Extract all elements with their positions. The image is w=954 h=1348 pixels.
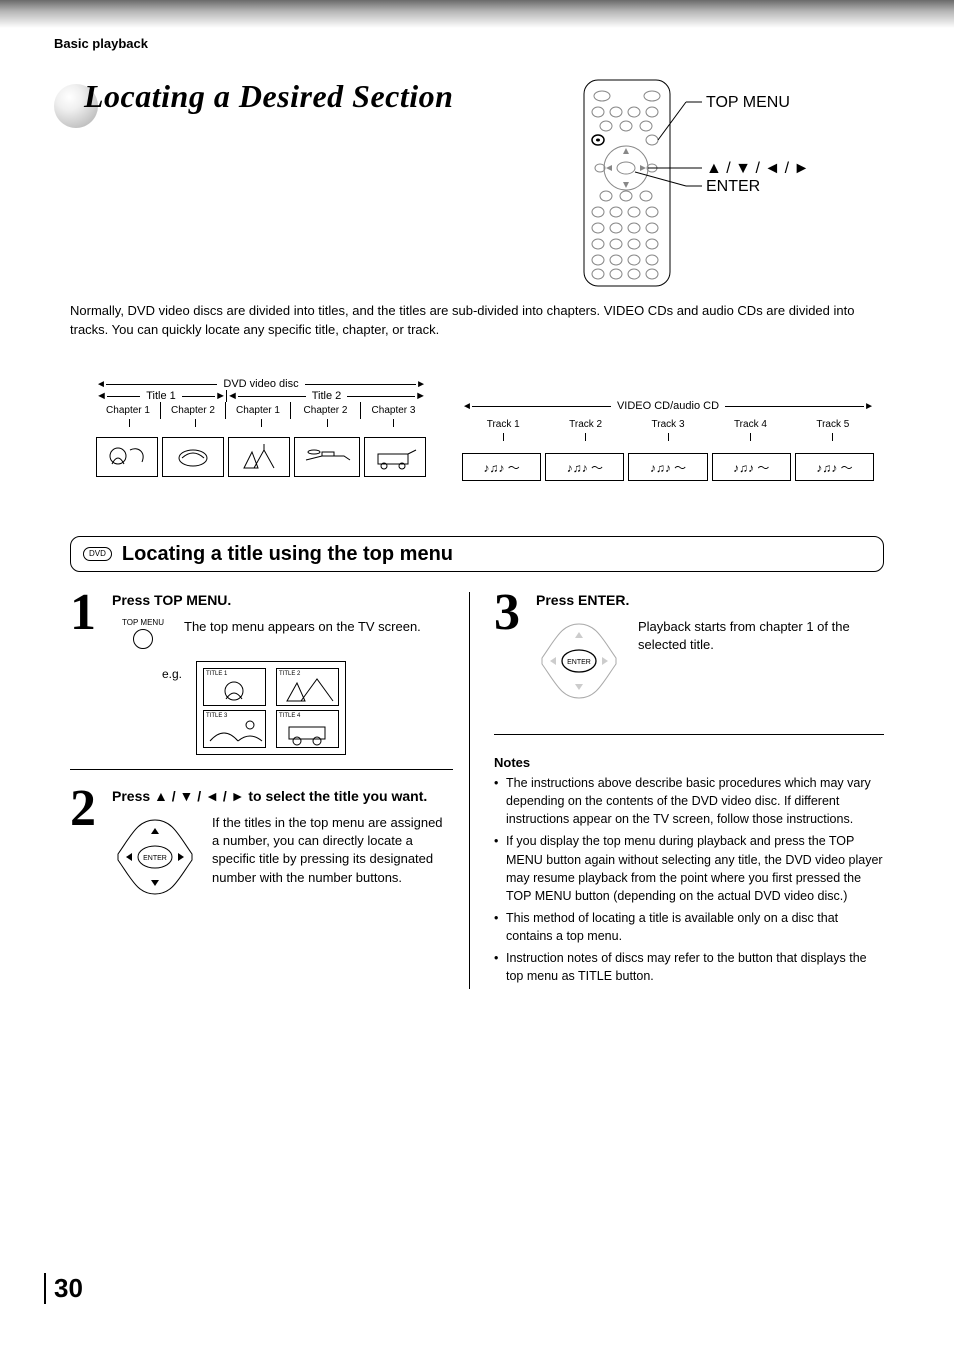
dvd-ch: Chapter 1 (226, 402, 291, 419)
enter-label: ENTER (143, 855, 167, 862)
thumb-icon (294, 437, 360, 477)
note-item: The instructions above describe basic pr… (494, 774, 884, 828)
step2-heading: Press ▲ / ▼ / ◄ / ► to select the title … (112, 788, 453, 804)
eg-title-label: TITLE 1 (206, 671, 227, 677)
steps-area: 1 Press TOP MENU. TOP MENU The top menu … (70, 592, 884, 989)
notes-list: The instructions above describe basic pr… (494, 774, 884, 985)
section-heading: Locating a title using the top menu (122, 543, 453, 566)
note-item: This method of locating a title is avail… (494, 909, 884, 945)
step3-heading: Press ENTER. (536, 592, 884, 608)
dvd-ch: Chapter 1 (96, 402, 161, 419)
note-item: Instruction notes of discs may refer to … (494, 949, 884, 985)
dvd-ch: Chapter 3 (361, 402, 426, 419)
eg-title4: TITLE 4 (276, 710, 339, 748)
track-icon: ♪♫♪ ～ (545, 453, 624, 481)
step1-desc: The top menu appears on the TV screen. (184, 618, 421, 636)
dvd-ch: Chapter 2 (291, 402, 361, 419)
thumb-icon (96, 437, 158, 477)
dpad-figure: ENTER (536, 618, 622, 704)
remote-diagram: TOP MENU ▲ / ▼ / ◄ / ► ENTER (574, 74, 870, 290)
dvd-label: DVD video disc (217, 378, 304, 390)
cd-track: Track 5 (792, 416, 874, 433)
step3-desc: Playback starts from chapter 1 of the se… (638, 618, 884, 704)
eg-title2: TITLE 2 (276, 668, 339, 706)
thumb-icon (162, 437, 224, 477)
cd-diagram: ◄VIDEO CD/audio CD► Track 1 Track 2 Trac… (462, 400, 874, 481)
cd-track: Track 1 (462, 416, 544, 433)
remote-label-enter: ENTER (706, 178, 760, 196)
breadcrumb: Basic playback (54, 36, 148, 51)
step-1: 1 Press TOP MENU. TOP MENU The top menu … (70, 592, 453, 770)
topmenu-label: TOP MENU (122, 618, 164, 627)
eg-label: e.g. (162, 661, 182, 681)
cd-track: Track 4 (709, 416, 791, 433)
topmenu-button-figure: TOP MENU (118, 618, 168, 649)
page-title: Locating a Desired Section (84, 78, 453, 115)
step-3: 3 Press ENTER. ENTER (494, 592, 884, 704)
note-item: If you display the top menu during playb… (494, 832, 884, 905)
eg-title-label: TITLE 4 (279, 713, 300, 719)
step2-desc: If the titles in the top menu are assign… (212, 814, 453, 887)
step-number: 2 (70, 788, 104, 900)
cd-track: Track 2 (544, 416, 626, 433)
dvd-title2: Title 2 (306, 390, 348, 402)
disc-diagrams: ◄DVD video disc► ◄Title 1► ◄Title 2► Cha… (96, 378, 874, 481)
top-gradient (0, 0, 954, 28)
svg-text:ENTER: ENTER (567, 659, 591, 666)
cd-track: Track 3 (627, 416, 709, 433)
track-icon: ♪♫♪ ～ (628, 453, 707, 481)
notes-heading: Notes (494, 755, 884, 770)
eg-grid: TITLE 1 TITLE 2 TITLE 3 TITLE 4 (196, 661, 346, 755)
eg-title3: TITLE 3 (203, 710, 266, 748)
remote-label-arrows: ▲ / ▼ / ◄ / ► (706, 160, 809, 178)
step-number: 3 (494, 592, 528, 704)
dvd-ch: Chapter 2 (161, 402, 226, 419)
thumb-icon (364, 437, 426, 477)
thumb-icon (228, 437, 290, 477)
eg-title-label: TITLE 3 (206, 713, 227, 719)
track-icon: ♪♫♪ ～ (712, 453, 791, 481)
dvd-title1: Title 1 (140, 390, 182, 402)
dpad-figure: ENTER (112, 814, 198, 900)
eg-title1: TITLE 1 (203, 668, 266, 706)
step-2: 2 Press ▲ / ▼ / ◄ / ► to select the titl… (70, 788, 453, 900)
dvd-pill-icon: DVD (83, 547, 112, 561)
circle-button-icon (133, 629, 153, 649)
track-icon: ♪♫♪ ～ (795, 453, 874, 481)
eg-title-label: TITLE 2 (279, 671, 300, 677)
dvd-diagram: ◄DVD video disc► ◄Title 1► ◄Title 2► Cha… (96, 378, 426, 481)
track-icon: ♪♫♪ ～ (462, 453, 541, 481)
step-number: 1 (70, 592, 104, 755)
step1-heading: Press TOP MENU. (112, 592, 453, 608)
section-bar: DVD Locating a title using the top menu (70, 536, 884, 572)
remote-label-topmenu: TOP MENU (706, 94, 790, 112)
intro-text: Normally, DVD video discs are divided in… (70, 302, 884, 340)
cd-label: VIDEO CD/audio CD (611, 400, 725, 412)
page-number: 30 (44, 1273, 83, 1304)
